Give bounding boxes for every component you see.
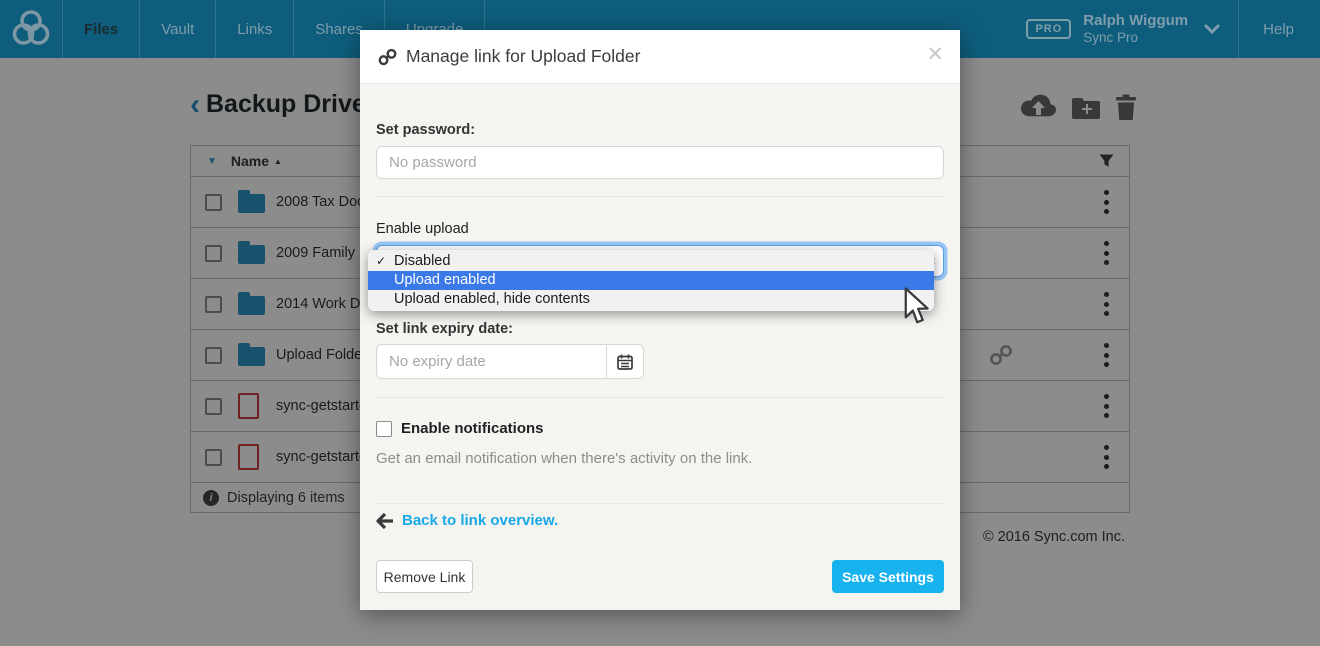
nav-tab-vault[interactable]: Vault bbox=[140, 0, 216, 58]
nav-tab-label: Links bbox=[237, 21, 272, 38]
chevron-down-icon[interactable] bbox=[1204, 24, 1220, 34]
check-icon: ✓ bbox=[376, 252, 386, 271]
nav-tab-label: Shares bbox=[315, 21, 363, 38]
password-input[interactable] bbox=[376, 146, 944, 179]
modal-title: Manage link for Upload Folder bbox=[406, 46, 640, 67]
nav-tab-links[interactable]: Links bbox=[216, 0, 294, 58]
remove-link-button[interactable]: Remove Link bbox=[376, 560, 473, 593]
nav-tab-files[interactable]: Files bbox=[62, 0, 140, 58]
divider bbox=[376, 503, 944, 504]
notifications-checkbox[interactable] bbox=[376, 421, 392, 437]
sync-logo[interactable] bbox=[0, 0, 62, 58]
divider bbox=[376, 196, 944, 197]
modal-header: Manage link for Upload Folder ✕ bbox=[360, 30, 960, 84]
back-to-overview-link[interactable]: Back to link overview. bbox=[376, 512, 558, 529]
sync-logo-icon bbox=[9, 7, 53, 51]
expiry-label: Set link expiry date: bbox=[376, 321, 513, 337]
link-icon bbox=[378, 48, 397, 66]
user-plan: Sync Pro bbox=[1083, 30, 1188, 46]
enable-upload-label: Enable upload bbox=[376, 221, 469, 237]
calendar-icon bbox=[617, 354, 633, 370]
manage-link-modal: Manage link for Upload Folder ✕ Set pass… bbox=[360, 30, 960, 610]
upload-option[interactable]: Upload enabled bbox=[368, 271, 934, 290]
user-name: Ralph Wiggum bbox=[1083, 12, 1188, 30]
password-label: Set password: bbox=[376, 122, 475, 138]
notifications-description: Get an email notification when there's a… bbox=[376, 450, 752, 467]
upload-option-label: Disabled bbox=[394, 253, 450, 269]
close-icon[interactable]: ✕ bbox=[926, 44, 944, 65]
back-arrow-icon bbox=[376, 513, 394, 529]
user-menu[interactable]: Ralph Wiggum Sync Pro bbox=[1083, 12, 1188, 46]
help-button[interactable]: Help bbox=[1238, 0, 1320, 58]
pro-badge: PRO bbox=[1026, 19, 1071, 39]
calendar-button[interactable] bbox=[606, 344, 644, 379]
upload-options-menu: ✓ Disabled Upload enabled Upload enabled… bbox=[368, 250, 934, 311]
notifications-row: Enable notifications bbox=[376, 420, 544, 437]
upload-option-label: Upload enabled, hide contents bbox=[394, 291, 590, 307]
divider bbox=[376, 397, 944, 398]
upload-option[interactable]: Upload enabled, hide contents bbox=[368, 290, 934, 309]
save-settings-button[interactable]: Save Settings bbox=[832, 560, 944, 593]
back-link-label: Back to link overview. bbox=[402, 512, 558, 529]
expiry-date-input[interactable] bbox=[376, 344, 606, 379]
nav-tab-label: Files bbox=[84, 21, 118, 38]
expiry-group bbox=[376, 344, 644, 379]
navbar-right: PRO Ralph Wiggum Sync Pro Help bbox=[1026, 0, 1320, 58]
notifications-label[interactable]: Enable notifications bbox=[401, 420, 544, 437]
upload-option[interactable]: ✓ Disabled bbox=[368, 252, 934, 271]
upload-option-label: Upload enabled bbox=[394, 272, 496, 288]
nav-tab-label: Vault bbox=[161, 21, 194, 38]
